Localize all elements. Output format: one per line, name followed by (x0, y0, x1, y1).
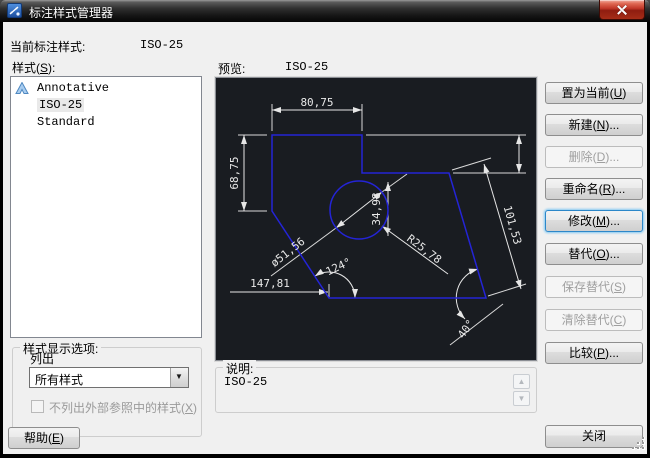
save-override-button: 保存替代(S) (545, 276, 643, 298)
style-filter-dropdown[interactable]: 所有样式 ▼ (29, 367, 189, 388)
dim-text-diameter: ø51,56 (268, 235, 307, 270)
styles-listbox[interactable]: Annotative ISO-25 Standard (10, 76, 202, 338)
compare-style-button[interactable]: 比较(P)... (545, 342, 643, 364)
resize-grip[interactable] (632, 437, 647, 452)
description-text: ISO-25 (224, 375, 267, 389)
close-window-button[interactable] (599, 0, 645, 20)
dim-text-top: 80,75 (300, 96, 333, 109)
preview-label: 预览: (218, 60, 245, 77)
close-dialog-button[interactable]: 关闭 (545, 425, 643, 448)
close-icon (617, 5, 627, 15)
styles-list-label: 样式(S): (12, 59, 55, 76)
style-item-label: Standard (37, 115, 95, 129)
xref-styles-checkbox-label: 不列出外部参照中的样式(X) (49, 399, 197, 416)
annotative-icon (15, 82, 29, 95)
list-label: 列出 (30, 350, 54, 367)
set-current-button[interactable]: 置为当前(U) (545, 82, 643, 104)
help-button[interactable]: 帮助(E) (8, 427, 80, 449)
style-item-standard[interactable]: Standard (11, 114, 201, 131)
rename-style-button[interactable]: 重命名(R)... (545, 178, 643, 200)
override-style-button[interactable]: 替代(O)... (545, 243, 643, 265)
preview-style-name: ISO-25 (285, 60, 328, 74)
dialog-body: 当前标注样式: ISO-25 样式(S): Annotative ISO-25 … (3, 22, 647, 454)
scroll-down-icon: ▼ (518, 394, 526, 403)
style-preview-canvas: 80,75 68,75 34,98 ø51,56 R25,78 101,53 1… (215, 77, 537, 361)
dim-text-angle-right: 40° (455, 317, 477, 341)
titlebar[interactable]: 标注样式管理器 (0, 0, 650, 22)
dimension-style-manager-dialog: 标注样式管理器 当前标注样式: ISO-25 样式(S): Annotative… (0, 0, 650, 458)
style-item-annotative[interactable]: Annotative (11, 80, 201, 97)
combo-arrow-button[interactable]: ▼ (170, 368, 188, 387)
dim-text-aligned: 101,53 (501, 204, 524, 246)
description-scroll-down[interactable]: ▼ (513, 391, 530, 406)
dim-text-radius: R25,78 (404, 232, 444, 266)
description-scroll-up[interactable]: ▲ (513, 374, 530, 389)
description-group: ▲ ▼ (215, 367, 537, 413)
style-item-label: Annotative (37, 81, 109, 95)
preview-drawing: 80,75 68,75 34,98 ø51,56 R25,78 101,53 1… (216, 78, 536, 360)
scroll-up-icon: ▲ (518, 377, 526, 386)
window-title: 标注样式管理器 (29, 4, 113, 21)
new-style-button[interactable]: 新建(N)... (545, 114, 643, 136)
clear-override-button: 清除替代(C) (545, 309, 643, 331)
app-icon (7, 3, 22, 18)
dim-text-left: 68,75 (228, 156, 241, 189)
current-style-value: ISO-25 (140, 38, 183, 52)
dim-text-angle-left: 124° (324, 255, 354, 278)
dim-text-bottom: 147,81 (250, 277, 290, 290)
delete-style-button: 删除(D)... (545, 146, 643, 168)
style-item-label: ISO-25 (37, 98, 84, 112)
style-filter-selected-value: 所有样式 (35, 371, 83, 388)
current-style-label: 当前标注样式: (10, 38, 85, 55)
chevron-down-icon: ▼ (175, 372, 183, 381)
style-item-iso25[interactable]: ISO-25 (11, 97, 201, 114)
dim-text-notch: 34,98 (370, 192, 383, 225)
xref-styles-checkbox[interactable] (31, 400, 44, 413)
modify-style-button[interactable]: 修改(M)... (545, 210, 643, 232)
